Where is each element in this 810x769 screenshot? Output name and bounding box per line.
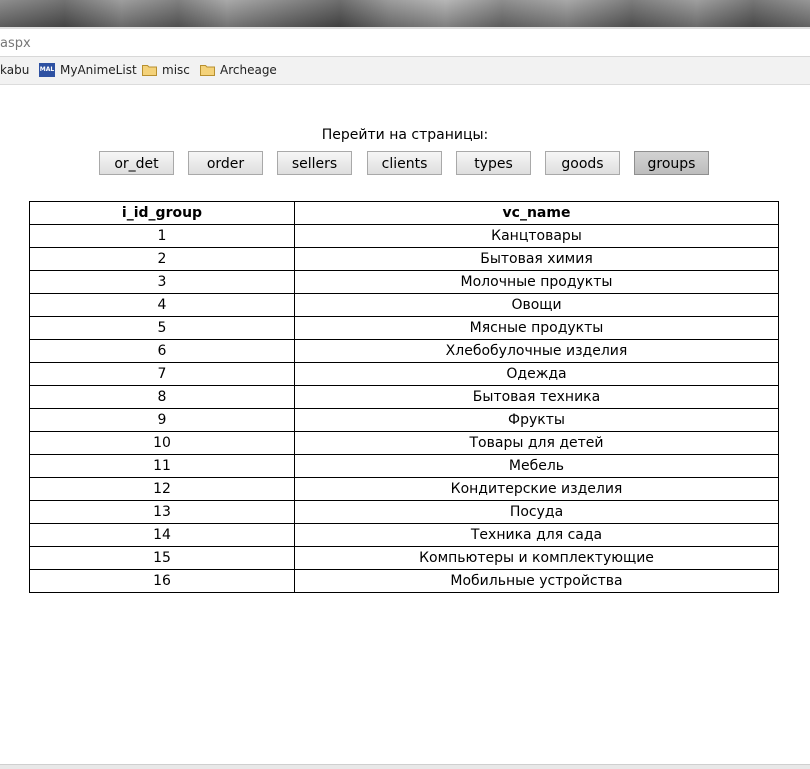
- cell-name: Кондитерские изделия: [294, 477, 779, 501]
- cell-id: 7: [29, 362, 295, 386]
- cell-name: Мясные продукты: [294, 316, 779, 340]
- cell-id: 6: [29, 339, 295, 363]
- nav-button-types[interactable]: types: [456, 151, 531, 175]
- cell-name: Техника для сада: [294, 523, 779, 547]
- nav-heading: Перейти на страницы:: [321, 127, 489, 143]
- cell-name: Овощи: [294, 293, 779, 317]
- cell-id: 11: [29, 454, 295, 478]
- table-row: 4 Овощи: [29, 293, 779, 317]
- cell-id: 5: [29, 316, 295, 340]
- nav-button-sellers[interactable]: sellers: [277, 151, 352, 175]
- table-row: 12 Кондитерские изделия: [29, 477, 779, 501]
- cell-id: 10: [29, 431, 295, 455]
- nav-button-goods[interactable]: goods: [545, 151, 620, 175]
- bookmark-label: misc: [162, 63, 190, 77]
- table-row: 6 Хлебобулочные изделия: [29, 339, 779, 363]
- folder-icon: [142, 64, 157, 76]
- cell-id: 15: [29, 546, 295, 570]
- nav-button-or-det[interactable]: or_det: [99, 151, 174, 175]
- bookmark-label: MyAnimeList: [60, 63, 137, 77]
- cell-name: Молочные продукты: [294, 270, 779, 294]
- bookmark-label: kabu: [0, 63, 30, 77]
- folder-icon: [200, 64, 215, 76]
- cell-id: 14: [29, 523, 295, 547]
- bookmark-kabu[interactable]: kabu: [0, 63, 29, 77]
- groups-table: i_id_group vc_name 1 Канцтовары 2 Бытовая …: [29, 201, 779, 593]
- table-row: 3 Молочные продукты: [29, 270, 779, 294]
- bookmark-archeage[interactable]: Archeage: [200, 63, 277, 77]
- table-row: 7 Одежда: [29, 362, 779, 386]
- table-row: 14 Техника для сада: [29, 523, 779, 547]
- nav-button-clients[interactable]: clients: [367, 151, 442, 175]
- table-row: 1 Канцтовары: [29, 224, 779, 248]
- cell-id: 13: [29, 500, 295, 524]
- table-row: 11 Мебель: [29, 454, 779, 478]
- cell-name: Мобильные устройства: [294, 569, 779, 593]
- cell-id: 8: [29, 385, 295, 409]
- cell-name: Одежда: [294, 362, 779, 386]
- bookmarks-bar: kabu MAL MyAnimeList misc Archeage: [0, 57, 810, 85]
- cell-id: 1: [29, 224, 295, 248]
- window-bottom-edge: [0, 764, 810, 769]
- table-header-row: i_id_group vc_name: [29, 201, 779, 225]
- table-row: 5 Мясные продукты: [29, 316, 779, 340]
- cell-name: Бытовая химия: [294, 247, 779, 271]
- bookmark-myanimelist[interactable]: MAL MyAnimeList: [39, 63, 137, 77]
- mal-icon: MAL: [39, 63, 55, 77]
- address-bar[interactable]: aspx: [0, 27, 810, 57]
- cell-name: Фрукты: [294, 408, 779, 432]
- cell-name: Канцтовары: [294, 224, 779, 248]
- cell-id: 16: [29, 569, 295, 593]
- nav-button-order[interactable]: order: [188, 151, 263, 175]
- bookmark-label: Archeage: [220, 63, 277, 77]
- cell-id: 3: [29, 270, 295, 294]
- column-header-id: i_id_group: [29, 201, 295, 225]
- table-row: 13 Посуда: [29, 500, 779, 524]
- bookmark-misc[interactable]: misc: [142, 63, 190, 77]
- address-text[interactable]: aspx: [0, 36, 31, 51]
- window-frame: [0, 0, 810, 27]
- cell-id: 9: [29, 408, 295, 432]
- cell-id: 2: [29, 247, 295, 271]
- cell-name: Товары для детей: [294, 431, 779, 455]
- table-row: 2 Бытовая химия: [29, 247, 779, 271]
- table-row: 15 Компьютеры и комплектующие: [29, 546, 779, 570]
- cell-id: 4: [29, 293, 295, 317]
- cell-name: Мебель: [294, 454, 779, 478]
- table-row: 8 Бытовая техника: [29, 385, 779, 409]
- cell-id: 12: [29, 477, 295, 501]
- table-row: 16 Мобильные устройства: [29, 569, 779, 593]
- table-row: 10 Товары для детей: [29, 431, 779, 455]
- cell-name: Хлебобулочные изделия: [294, 339, 779, 363]
- cell-name: Посуда: [294, 500, 779, 524]
- nav-button-groups[interactable]: groups: [634, 151, 709, 175]
- cell-name: Компьютеры и комплектующие: [294, 546, 779, 570]
- table-row: 9 Фрукты: [29, 408, 779, 432]
- column-header-name: vc_name: [294, 201, 779, 225]
- cell-name: Бытовая техника: [294, 385, 779, 409]
